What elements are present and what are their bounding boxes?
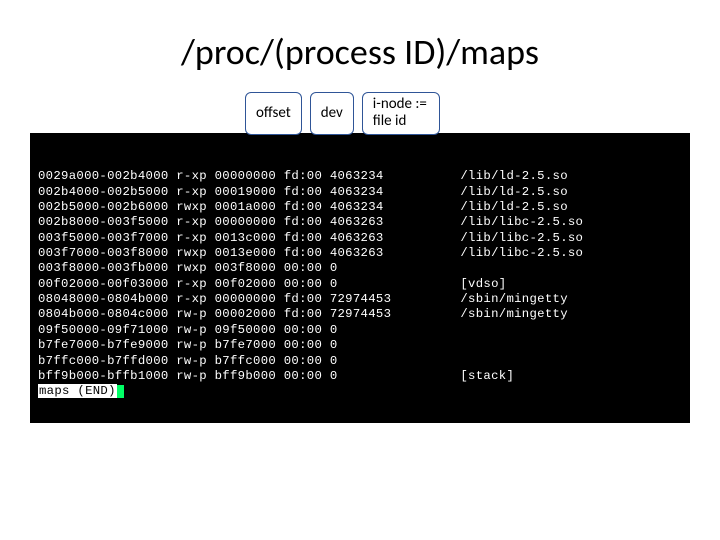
label-dev: dev [310, 92, 354, 135]
label-inode: i-node := file id [362, 92, 440, 135]
column-labels: offset dev i-node := file id [245, 92, 660, 135]
slide: /proc/(process ID)/maps offset dev i-nod… [0, 0, 720, 540]
terminal-output: 0029a000-002b4000 r-xp 00000000 fd:00 40… [30, 133, 690, 423]
page-title: /proc/(process ID)/maps [60, 30, 660, 74]
cursor [117, 385, 124, 398]
pager-status: maps (END) [38, 384, 117, 398]
maps-rows: 0029a000-002b4000 r-xp 00000000 fd:00 40… [38, 169, 682, 384]
label-offset: offset [245, 92, 302, 135]
